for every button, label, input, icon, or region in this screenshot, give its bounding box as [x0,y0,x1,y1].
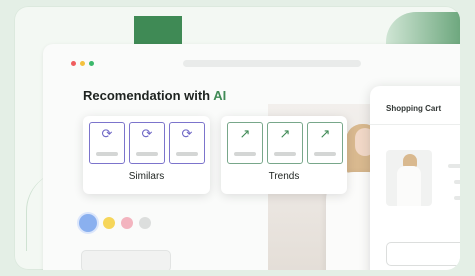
tile-placeholder [274,152,296,156]
divider [370,124,460,125]
trend-tile[interactable]: ↗ [307,122,343,164]
item-text-placeholder [454,180,460,184]
page-title: Recomendation with AI [83,88,227,103]
minimize-dot[interactable] [80,61,85,66]
shopping-cart-panel: Shopping Cart ●Pa [370,86,460,270]
tile-placeholder [234,152,256,156]
tile-placeholder [176,152,198,156]
select-button[interactable] [81,250,171,270]
similars-label: Similars [128,171,165,182]
trend-up-icon: ↗ [279,126,291,141]
tile-placeholder [314,152,336,156]
color-swatch-gray[interactable] [139,217,151,229]
color-swatch-pink[interactable] [121,217,133,229]
checkout-button[interactable]: ●Pa [386,242,460,266]
window-controls [71,61,94,66]
color-options [79,214,151,232]
color-swatch-yellow[interactable] [103,217,115,229]
promo-panel: Recomendation with AI ⟳ ⟳ ⟳ Similars ↗ ↗… [14,6,460,270]
tile-placeholder [96,152,118,156]
similar-tile[interactable]: ⟳ [129,122,165,164]
item-text-placeholder [454,196,460,200]
thumb-sweater [397,166,421,206]
tile-placeholder [136,152,158,156]
ai-highlight: AI [213,88,227,103]
similar-tile[interactable]: ⟳ [169,122,205,164]
color-swatch-blue[interactable] [79,214,97,232]
refresh-icon: ⟳ [141,126,153,141]
similars-card[interactable]: ⟳ ⟳ ⟳ Similars [83,116,210,194]
address-bar[interactable] [183,60,361,67]
trends-label: Trends [268,171,300,182]
cart-item-image[interactable] [386,150,432,206]
refresh-icon: ⟳ [181,126,193,141]
maximize-dot[interactable] [89,61,94,66]
similars-tiles: ⟳ ⟳ ⟳ [89,122,205,164]
close-dot[interactable] [71,61,76,66]
trend-tile[interactable]: ↗ [267,122,303,164]
trend-up-icon: ↗ [239,126,251,141]
trend-tile[interactable]: ↗ [227,122,263,164]
item-text-placeholder [448,164,460,168]
trends-tiles: ↗ ↗ ↗ [227,122,343,164]
cart-title: Shopping Cart [386,104,442,113]
browser-window: Recomendation with AI ⟳ ⟳ ⟳ Similars ↗ ↗… [43,44,460,270]
trends-card[interactable]: ↗ ↗ ↗ Trends [221,116,347,194]
similar-tile[interactable]: ⟳ [89,122,125,164]
refresh-icon: ⟳ [101,126,113,141]
trend-up-icon: ↗ [319,126,331,141]
